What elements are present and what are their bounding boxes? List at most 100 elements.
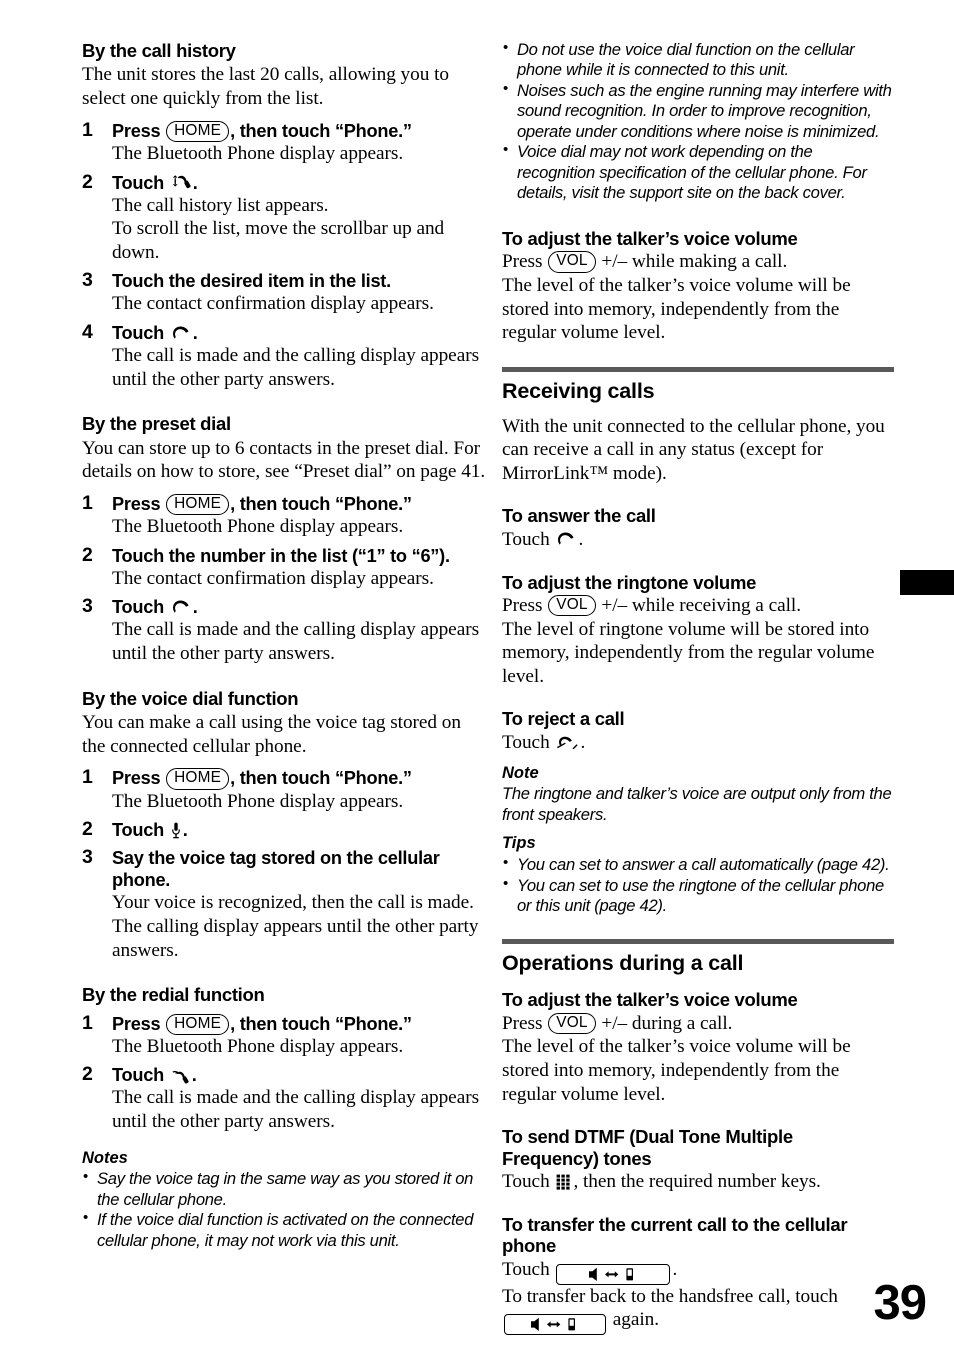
step-body: Your voice is recognized, then the call … [112, 892, 479, 961]
tip-item: You can set to use the ringtone of the c… [502, 875, 894, 917]
step-body: The call is made and the calling display… [112, 619, 480, 665]
step-title-suffix: . [192, 597, 198, 618]
reject-call-instruction: Touch . [502, 731, 894, 755]
step-item: 3 Say the voice tag stored on the cellul… [82, 846, 486, 962]
heading-redial: By the redial function [82, 984, 265, 1006]
step-number: 2 [82, 170, 93, 193]
section-rule [502, 938, 894, 944]
step-title-suffix: , then touch “Phone.” [230, 494, 412, 514]
step-item: 3 Touch . The call is made and the calli… [82, 595, 486, 665]
step-title-suffix: , then touch “Phone.” [230, 120, 412, 141]
step-number: 2 [82, 818, 93, 841]
transfer-back-suffix: again. [608, 1309, 660, 1331]
voice-dial-steps: 1 Press HOME, then touch “Phone.” The Bl… [82, 766, 486, 962]
step-item: 2 Touch the number in the list (“1” to “… [82, 543, 486, 591]
step-item: 2 Touch . [82, 818, 486, 841]
vol-key-pill[interactable]: VOL [548, 1012, 596, 1034]
home-key-pill[interactable]: HOME [166, 1013, 230, 1035]
heading-transfer-call: To transfer the current call to the cell… [502, 1213, 848, 1257]
press-prefix: Press [502, 594, 548, 616]
microphone-icon[interactable] [171, 822, 181, 839]
transfer-back-prefix: To transfer back to the handsfree call, … [502, 1285, 838, 1307]
step-title-suffix: , then touch “Phone.” [230, 768, 412, 789]
step-title-prefix: Press [112, 120, 166, 141]
answer-call-instruction: Touch . [502, 528, 894, 552]
home-key-pill[interactable]: HOME [166, 120, 230, 142]
touch-prefix: Touch [502, 731, 555, 753]
step-title: Touch . [112, 596, 486, 618]
note-item: Noises such as the engine running may in… [502, 80, 894, 142]
step-number: 2 [82, 1063, 93, 1086]
step-item: 1 Press HOME, then touch “Phone.” The Bl… [82, 118, 486, 166]
step-number: 1 [82, 766, 93, 789]
section-heading-receiving-calls: Receiving calls [502, 378, 655, 403]
touch-prefix: Touch [502, 1258, 555, 1280]
manual-page: By the call history The unit stores the … [0, 0, 954, 1352]
vol-key-pill[interactable]: VOL [548, 251, 596, 273]
step-item: 1 Press HOME, then touch “Phone.” The Bl… [82, 766, 486, 813]
step-title: Press HOME, then touch “Phone.” [112, 493, 486, 516]
talker-volume-making-press: Press VOL +/– while making a call. [502, 250, 894, 274]
heading-voice-dial: By the voice dial function [82, 687, 299, 709]
step-item: 1 Press HOME, then touch “Phone.” The Bl… [82, 1011, 486, 1059]
left-column: By the call history The unit stores the … [82, 40, 486, 1251]
page-number: 39 [873, 1276, 927, 1330]
step-title: Touch . [112, 172, 486, 194]
step-title: Touch . [112, 1064, 486, 1086]
step-title: Touch . [112, 322, 486, 344]
call-history-icon[interactable] [171, 174, 191, 192]
step-title-suffix: . [192, 323, 198, 344]
heading-preset-dial: By the preset dial [82, 413, 231, 435]
step-title: Say the voice tag stored on the cellular… [112, 848, 440, 891]
tips-heading: Tips [502, 834, 536, 853]
home-key-pill[interactable]: HOME [166, 768, 230, 790]
handset-call-icon[interactable] [171, 600, 191, 616]
step-number: 1 [82, 1011, 93, 1034]
tips-list: You can set to answer a call automatical… [502, 854, 894, 917]
receiving-calls-intro: With the unit connected to the cellular … [502, 415, 885, 484]
step-body: The Bluetooth Phone display appears. [112, 516, 404, 538]
step-item: 1 Press HOME, then touch “Phone.” The Bl… [82, 492, 486, 539]
ringtone-volume-press: Press VOL +/– while receiving a call. [502, 594, 894, 618]
handset-call-icon[interactable] [556, 532, 576, 548]
step-number: 4 [82, 321, 93, 344]
touch-suffix: . [672, 1258, 678, 1280]
press-prefix: Press [502, 251, 548, 273]
step-number: 1 [82, 118, 93, 141]
call-history-steps: 1 Press HOME, then touch “Phone.” The Bl… [82, 118, 486, 392]
step-title-prefix: Touch [112, 323, 169, 344]
step-title-prefix: Press [112, 768, 166, 789]
step-title-prefix: Touch [112, 172, 169, 193]
speaker-to-phone-transfer-button[interactable] [504, 1314, 606, 1336]
step-title-suffix: . [191, 1065, 197, 1086]
step-body: The Bluetooth Phone display appears. [112, 1035, 404, 1057]
step-item: 2 Touch . The call is made and the calli… [82, 1063, 486, 1133]
step-number: 2 [82, 543, 93, 566]
heading-talker-volume-making: To adjust the talker’s voice volume [502, 227, 798, 249]
heading-call-history: By the call history [82, 40, 236, 61]
press-prefix: Press [502, 1012, 548, 1034]
step-title-prefix: Press [112, 494, 166, 514]
handset-call-icon[interactable] [171, 326, 191, 342]
handset-reject-icon[interactable] [556, 736, 579, 751]
step-item: 2 Touch . The call history list appears.… [82, 170, 486, 265]
transfer-back-instruction: To transfer back to the handsfree call, … [502, 1285, 894, 1336]
note-item: Do not use the voice dial function on th… [502, 39, 894, 81]
note-heading: Note [502, 763, 539, 782]
touch-suffix: . [580, 731, 586, 753]
note-item: Say the voice tag in the same way as you… [82, 1168, 486, 1210]
speaker-to-phone-transfer-button[interactable] [556, 1263, 671, 1285]
notes-list: Say the voice tag in the same way as you… [82, 1168, 486, 1251]
step-number: 3 [82, 595, 93, 618]
vol-key-pill[interactable]: VOL [548, 594, 596, 617]
note-item: Voice dial may not work depending on the… [502, 141, 894, 203]
talker-volume-making-body: The level of the talker’s voice volume w… [502, 274, 851, 344]
keypad-icon[interactable] [556, 1174, 571, 1190]
home-key-pill[interactable]: HOME [166, 494, 230, 516]
step-item: 3 Touch the desired item in the list. Th… [82, 269, 486, 316]
press-suffix: +/– while receiving a call. [596, 594, 801, 616]
voice-dial-intro: You can make a call using the voice tag … [82, 712, 461, 757]
step-title-suffix: . [192, 172, 198, 193]
talker-volume-during-body: The level of the talker’s voice volume w… [502, 1036, 851, 1105]
redial-icon[interactable] [171, 1068, 190, 1084]
